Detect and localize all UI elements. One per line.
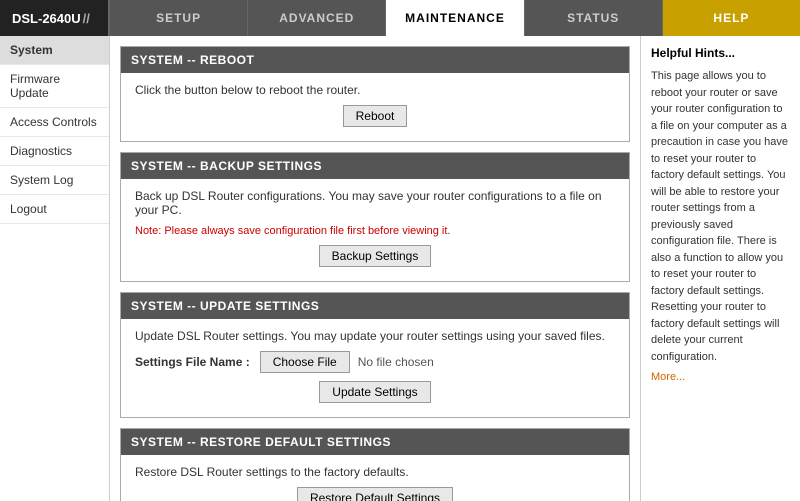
backup-section-body: Back up DSL Router configurations. You m… bbox=[121, 179, 629, 281]
nav-tab-setup[interactable]: SETUP bbox=[110, 0, 248, 36]
update-settings-button[interactable]: Update Settings bbox=[319, 381, 430, 403]
restore-section-header: SYSTEM -- RESTORE DEFAULT SETTINGS bbox=[121, 429, 629, 455]
file-row: Settings File Name : Choose File No file… bbox=[135, 351, 615, 373]
restore-default-settings-button[interactable]: Restore Default Settings bbox=[297, 487, 453, 501]
reboot-button[interactable]: Reboot bbox=[343, 105, 408, 127]
restore-description: Restore DSL Router settings to the facto… bbox=[135, 465, 615, 479]
sidebar-item-system-log[interactable]: System Log bbox=[0, 166, 109, 195]
nav-tab-help[interactable]: HELP bbox=[663, 0, 800, 36]
update-section: SYSTEM -- UPDATE SETTINGS Update DSL Rou… bbox=[120, 292, 630, 418]
content-area: SYSTEM -- REBOOT Click the button below … bbox=[110, 36, 640, 501]
nav-tab-advanced[interactable]: ADVANCED bbox=[248, 0, 386, 36]
help-body: This page allows you to reboot your rout… bbox=[651, 68, 790, 365]
reboot-section-header: SYSTEM -- REBOOT bbox=[121, 47, 629, 73]
restore-btn-row: Restore Default Settings bbox=[135, 487, 615, 501]
top-nav-bar: DSL-2640U // SETUP ADVANCED MAINTENANCE … bbox=[0, 0, 800, 36]
sidebar-item-firmware-update[interactable]: Firmware Update bbox=[0, 65, 109, 108]
help-more-link[interactable]: More... bbox=[651, 371, 685, 383]
reboot-btn-row: Reboot bbox=[135, 105, 615, 127]
nav-tab-maintenance[interactable]: MAINTENANCE bbox=[386, 0, 524, 36]
backup-note: Note: Please always save configuration f… bbox=[135, 225, 615, 237]
update-btn-row: Update Settings bbox=[135, 381, 615, 403]
backup-section: SYSTEM -- BACKUP SETTINGS Back up DSL Ro… bbox=[120, 152, 630, 282]
backup-description: Back up DSL Router configurations. You m… bbox=[135, 189, 615, 217]
file-label: Settings File Name : bbox=[135, 355, 250, 369]
sidebar-item-diagnostics[interactable]: Diagnostics bbox=[0, 137, 109, 166]
sidebar-item-access-controls[interactable]: Access Controls bbox=[0, 108, 109, 137]
sidebar: System Firmware Update Access Controls D… bbox=[0, 36, 110, 501]
reboot-section: SYSTEM -- REBOOT Click the button below … bbox=[120, 46, 630, 142]
main-layout: System Firmware Update Access Controls D… bbox=[0, 36, 800, 501]
restore-section: SYSTEM -- RESTORE DEFAULT SETTINGS Resto… bbox=[120, 428, 630, 501]
backup-btn-row: Backup Settings bbox=[135, 245, 615, 267]
help-title: Helpful Hints... bbox=[651, 46, 790, 60]
sidebar-item-logout[interactable]: Logout bbox=[0, 195, 109, 224]
restore-section-body: Restore DSL Router settings to the facto… bbox=[121, 455, 629, 501]
logo-text: DSL-2640U bbox=[12, 11, 81, 26]
nav-tab-status[interactable]: STATUS bbox=[525, 0, 663, 36]
reboot-section-body: Click the button below to reboot the rou… bbox=[121, 73, 629, 141]
file-no-chosen: No file chosen bbox=[358, 355, 434, 369]
backup-section-header: SYSTEM -- BACKUP SETTINGS bbox=[121, 153, 629, 179]
logo-slash: // bbox=[83, 11, 90, 26]
update-section-header: SYSTEM -- UPDATE SETTINGS bbox=[121, 293, 629, 319]
update-description: Update DSL Router settings. You may upda… bbox=[135, 329, 615, 343]
choose-file-button[interactable]: Choose File bbox=[260, 351, 350, 373]
sidebar-item-system[interactable]: System bbox=[0, 36, 109, 65]
reboot-description: Click the button below to reboot the rou… bbox=[135, 83, 615, 97]
logo: DSL-2640U // bbox=[0, 0, 110, 36]
update-section-body: Update DSL Router settings. You may upda… bbox=[121, 319, 629, 417]
backup-settings-button[interactable]: Backup Settings bbox=[319, 245, 432, 267]
help-panel: Helpful Hints... This page allows you to… bbox=[640, 36, 800, 501]
